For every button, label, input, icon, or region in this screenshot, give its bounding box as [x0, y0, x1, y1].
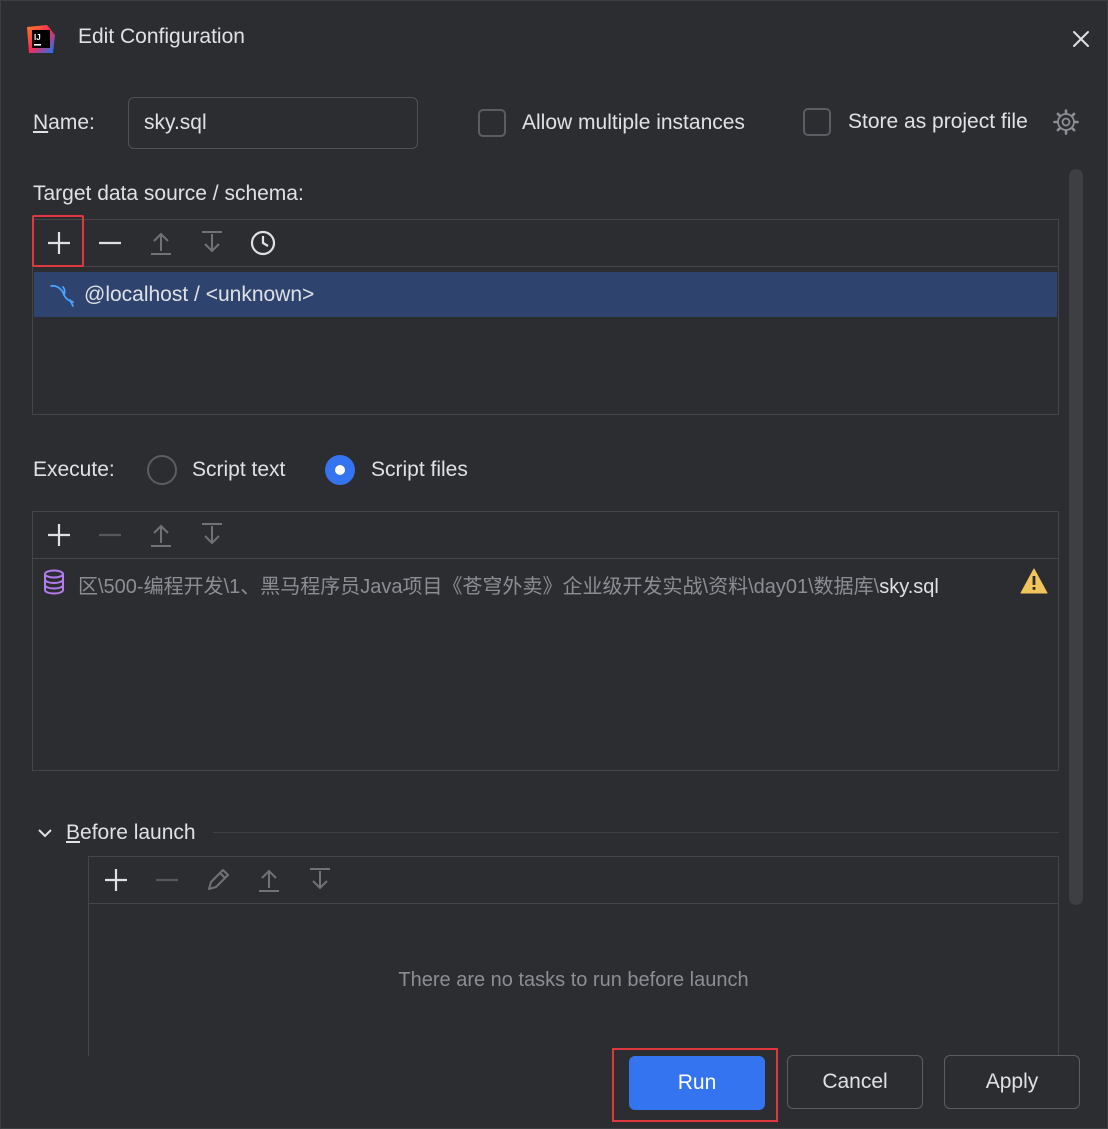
remove-icon[interactable]	[96, 229, 124, 257]
name-label: Name:	[33, 111, 95, 134]
before-launch-panel: There are no tasks to run before launch	[88, 856, 1059, 1056]
close-icon[interactable]	[1067, 25, 1095, 53]
execute-label: Execute:	[33, 458, 115, 481]
move-down-icon[interactable]	[306, 866, 334, 894]
mysql-dolphin-icon	[50, 284, 74, 307]
data-source-label: @localhost / <unknown>	[84, 283, 315, 306]
cancel-button[interactable]: Cancel	[787, 1055, 923, 1109]
before-launch-empty-text: There are no tasks to run before launch	[398, 969, 749, 991]
vertical-scrollbar[interactable]	[1069, 169, 1083, 905]
script-files-radio[interactable]	[325, 455, 355, 485]
target-toolbar	[33, 220, 1058, 267]
script-files-panel: 区\500-编程开发\1、黑马程序员Java项目《苍穹外卖》企业级开发实战\资料…	[32, 511, 1059, 771]
target-data-source-panel: @localhost / <unknown>	[32, 219, 1059, 415]
clock-icon[interactable]	[249, 229, 277, 257]
script-file-path: 区\500-编程开发\1、黑马程序员Java项目《苍穹外卖》企业级开发实战\资料…	[78, 570, 1018, 599]
script-text-radio[interactable]	[147, 455, 177, 485]
allow-multiple-instances-checkbox[interactable]	[478, 109, 506, 137]
move-down-icon[interactable]	[198, 229, 226, 257]
edit-configuration-dialog: IJ Edit Configuration Name: sky.sql Allo…	[0, 0, 1108, 1129]
store-as-project-file-checkbox[interactable]	[803, 108, 831, 136]
data-source-row[interactable]: @localhost / <unknown>	[34, 272, 1057, 317]
target-data-source-label: Target data source / schema:	[33, 182, 304, 205]
svg-text:IJ: IJ	[34, 33, 41, 42]
script-files-toolbar	[33, 512, 1058, 559]
before-launch-divider	[213, 832, 1059, 833]
apply-button[interactable]: Apply	[944, 1055, 1080, 1109]
before-launch-label[interactable]: Before launch	[66, 821, 196, 845]
add-icon[interactable]	[45, 521, 73, 549]
before-launch-toolbar	[89, 857, 1058, 904]
name-input[interactable]: sky.sql	[128, 97, 418, 149]
gear-icon[interactable]	[1052, 108, 1080, 136]
move-up-icon[interactable]	[147, 229, 175, 257]
run-button[interactable]: Run	[629, 1056, 765, 1110]
remove-icon[interactable]	[96, 521, 124, 549]
script-file-row[interactable]: 区\500-编程开发\1、黑马程序员Java项目《苍穹外卖》企业级开发实战\资料…	[34, 560, 1057, 604]
allow-multiple-instances-label[interactable]: Allow multiple instances	[522, 111, 745, 135]
script-files-label[interactable]: Script files	[371, 458, 468, 482]
remove-icon[interactable]	[153, 866, 181, 894]
move-down-icon[interactable]	[198, 521, 226, 549]
add-icon[interactable]	[102, 866, 130, 894]
add-button-highlight	[32, 215, 84, 267]
dialog-title: Edit Configuration	[78, 25, 245, 48]
chevron-down-icon[interactable]	[35, 823, 55, 843]
move-up-icon[interactable]	[147, 521, 175, 549]
script-file-path-prefix: 区\500-编程开发\1、黑马程序员Java项目《苍穹外卖》企业级开发实战\资料…	[78, 576, 880, 598]
script-file-name: sky.sql	[879, 576, 939, 598]
store-as-project-file-label[interactable]: Store as project file	[848, 110, 1028, 134]
intellij-idea-logo-icon: IJ	[27, 25, 55, 53]
warning-icon	[1020, 568, 1048, 594]
database-icon	[44, 569, 64, 595]
move-up-icon[interactable]	[255, 866, 283, 894]
edit-pencil-icon[interactable]	[204, 866, 232, 894]
script-text-label[interactable]: Script text	[192, 458, 285, 482]
